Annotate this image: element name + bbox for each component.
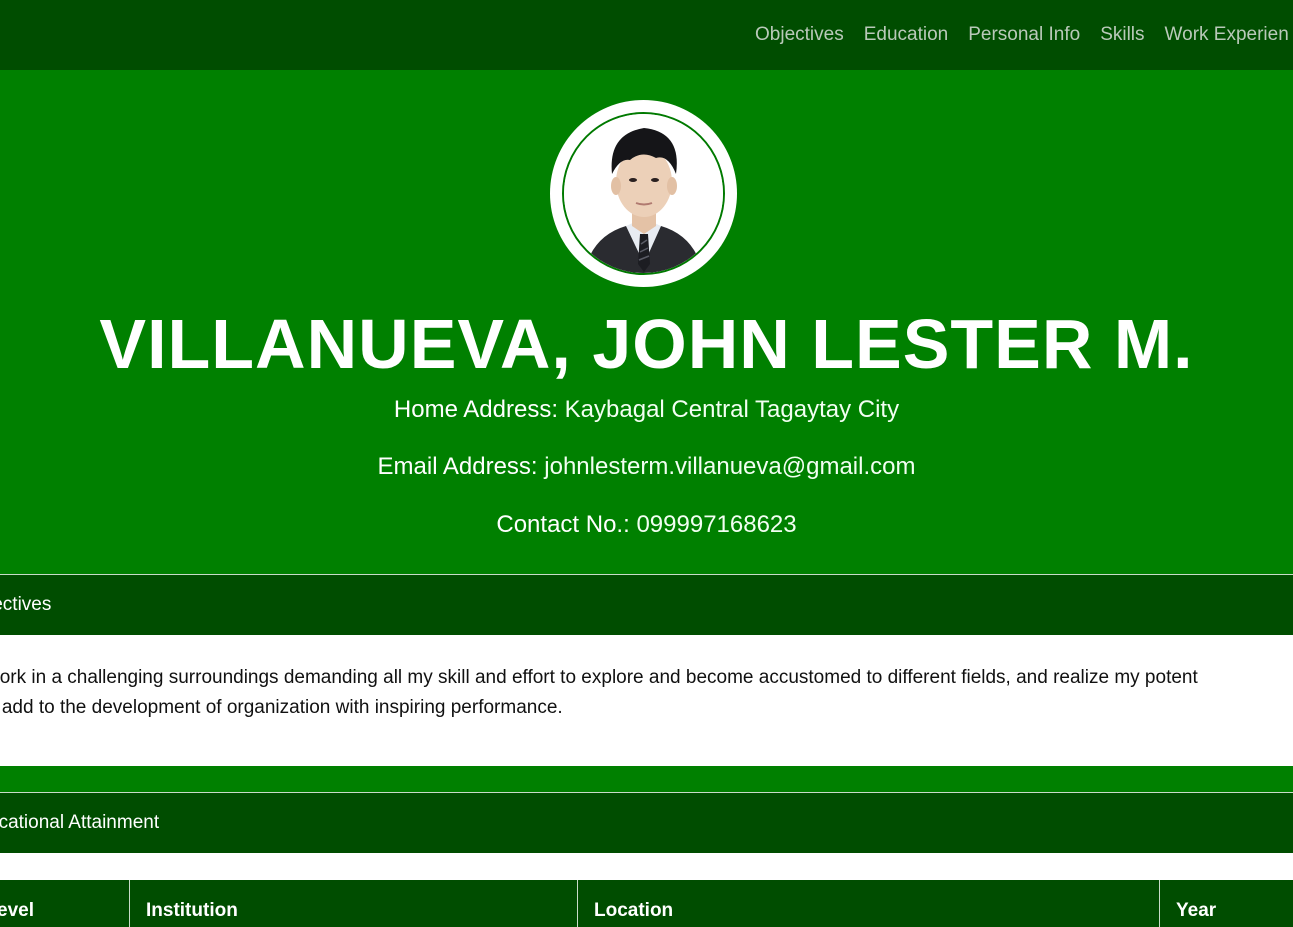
- nav-link-work-experience[interactable]: Work Experien: [1165, 24, 1289, 46]
- education-table-header: evel Institution Location Year: [0, 880, 1293, 927]
- objectives-section-header: jectives: [0, 574, 1293, 635]
- education-section-body: [0, 853, 1293, 880]
- objective-line-2: d add to the development of organization…: [0, 697, 563, 718]
- objective-line-1: work in a challenging surroundings deman…: [0, 667, 1198, 688]
- column-header-level: evel: [0, 880, 130, 927]
- top-navbar: Objectives Education Personal Info Skill…: [0, 0, 1293, 70]
- email-address-line: Email Address: johnlesterm.villanueva@gm…: [0, 453, 1293, 481]
- column-header-location: Location: [578, 880, 1160, 927]
- home-address-label: Home Address:: [393, 396, 558, 423]
- profile-photo: [562, 112, 725, 275]
- email-address-label: Email Address:: [377, 453, 538, 480]
- education-section-title: ucational Attainment: [0, 812, 160, 833]
- nav-links: Objectives Education Personal Info Skill…: [755, 0, 1293, 70]
- column-header-institution: Institution: [130, 880, 578, 927]
- nav-link-skills[interactable]: Skills: [1100, 24, 1144, 46]
- nav-link-education[interactable]: Education: [864, 24, 949, 46]
- person-photo-icon: [564, 114, 723, 273]
- contact-number-label: Contact No.:: [496, 511, 630, 538]
- home-address-value: Kaybagal Central Tagaytay City: [564, 396, 900, 423]
- nav-link-objectives[interactable]: Objectives: [755, 24, 844, 46]
- objective-paragraph: work in a challenging surroundings deman…: [0, 663, 1293, 723]
- profile-hero: VILLANUEVA, JOHN LESTER M. Home Address:…: [0, 70, 1293, 574]
- objectives-section-title: jectives: [0, 594, 52, 615]
- contact-number-value: 099997168623: [636, 511, 797, 538]
- home-address-line: Home Address: Kaybagal Central Tagaytay …: [0, 396, 1293, 424]
- full-name: VILLANUEVA, JOHN LESTER M.: [99, 305, 1194, 383]
- column-header-year: Year: [1176, 900, 1217, 921]
- contact-number-line: Contact No.: 099997168623: [0, 511, 1293, 539]
- avatar: [550, 100, 737, 287]
- education-section-header: ucational Attainment: [0, 792, 1293, 853]
- objectives-section-body: work in a challenging surroundings deman…: [0, 635, 1293, 766]
- nav-link-personal-info[interactable]: Personal Info: [968, 24, 1080, 46]
- email-address-value: johnlesterm.villanueva@gmail.com: [544, 453, 916, 480]
